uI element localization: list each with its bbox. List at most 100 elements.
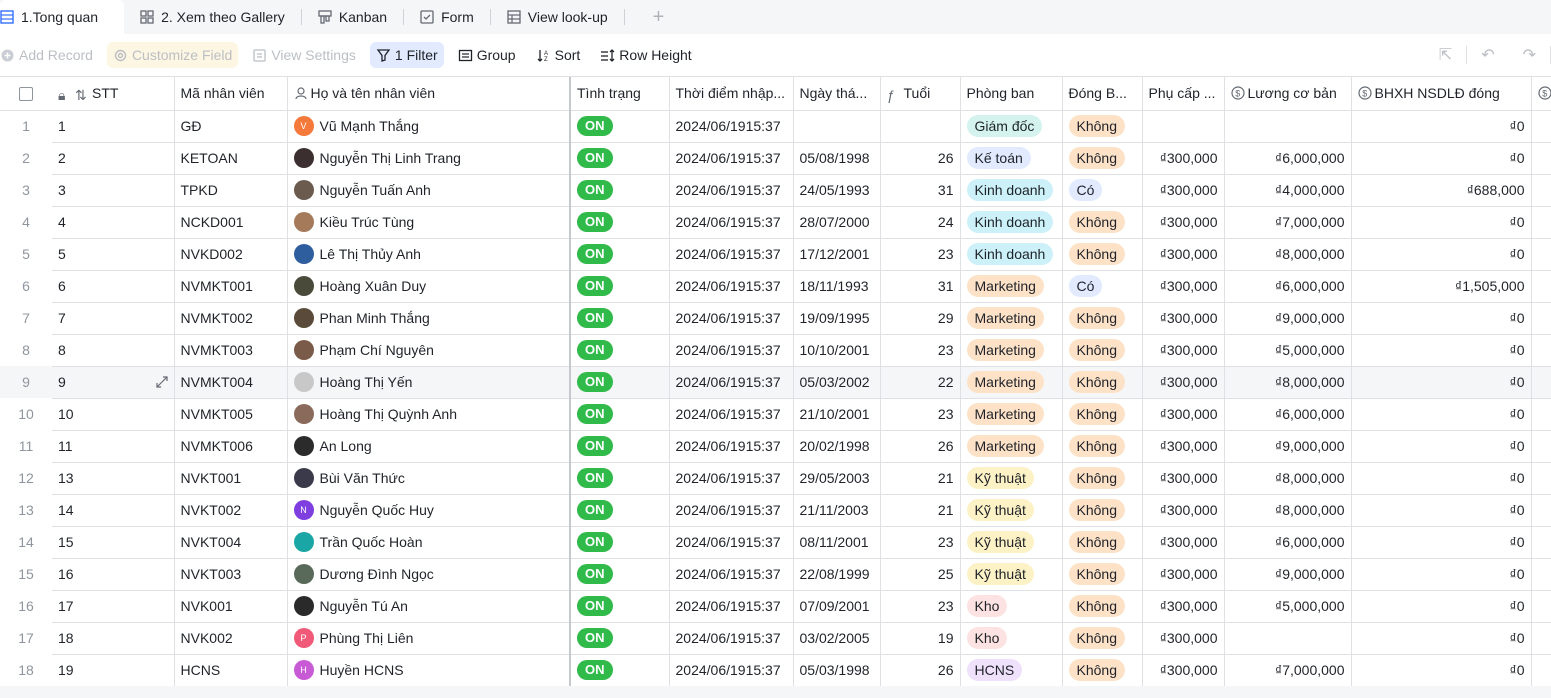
cell-phu-cap[interactable]: ₫300,000 <box>1142 302 1225 335</box>
cell-dong-bh[interactable]: Có <box>1062 270 1143 303</box>
cell-phu-cap[interactable]: ₫300,000 <box>1142 558 1225 591</box>
cell-phong-ban[interactable]: Marketing <box>960 430 1063 463</box>
filter-button[interactable]: 1 Filter <box>369 42 444 68</box>
cell-stt[interactable]: 16 <box>52 558 175 591</box>
cell-dong-bh[interactable]: Không <box>1062 142 1143 175</box>
cell-phu-cap[interactable]: ₫300,000 <box>1142 142 1225 175</box>
share-icon[interactable]: ⇱ <box>1439 45 1452 65</box>
cell-phong-ban[interactable]: Kinh doanh <box>960 238 1063 271</box>
cell-tuoi[interactable]: 26 <box>880 430 961 463</box>
cell-tinh-trang[interactable]: ON <box>569 110 670 143</box>
cell-luong[interactable]: ₫6,000,000 <box>1224 526 1352 559</box>
cell-tuoi[interactable]: 25 <box>880 558 961 591</box>
cell-tinh-trang[interactable]: ON <box>569 206 670 239</box>
cell-stt[interactable]: 19 <box>52 654 175 687</box>
row-number[interactable]: 13 <box>0 494 52 526</box>
cell-stt[interactable]: 6 <box>52 270 175 303</box>
cell-ngay-sinh[interactable]: 19/09/1995 <box>793 302 881 335</box>
table-row[interactable]: 5 5 NVKD002 Lê Thị Thủy Anh ON 2024/06/1915:3… <box>0 238 1551 271</box>
cell-more[interactable] <box>1531 174 1551 207</box>
cell-phong-ban[interactable]: Kỹ thuật <box>960 558 1063 591</box>
cell-tuoi[interactable]: 24 <box>880 206 961 239</box>
cell-tuoi[interactable]: 23 <box>880 238 961 271</box>
cell-ma-nv[interactable]: NVMKT004 <box>174 366 288 399</box>
cell-thoi-diem[interactable]: 2024/06/1915:37 <box>669 110 794 143</box>
cell-ma-nv[interactable]: NVKT002 <box>174 494 288 527</box>
cell-ngay-sinh[interactable]: 20/02/1998 <box>793 430 881 463</box>
cell-more[interactable] <box>1531 622 1551 655</box>
cell-ho-ten[interactable]: Trần Quốc Hoàn <box>287 526 571 559</box>
row-number[interactable]: 12 <box>0 462 52 494</box>
cell-tinh-trang[interactable]: ON <box>569 462 670 495</box>
cell-ngay-sinh[interactable]: 21/10/2001 <box>793 398 881 431</box>
tab-view-lookup[interactable]: View look-up <box>507 0 624 34</box>
cell-thoi-diem[interactable]: 2024/06/1915:37 <box>669 366 794 399</box>
cell-ma-nv[interactable]: NVK001 <box>174 590 288 623</box>
row-number[interactable]: 18 <box>0 654 52 686</box>
cell-ma-nv[interactable]: KETOAN <box>174 142 288 175</box>
cell-bhxh[interactable]: ₫0 <box>1351 302 1532 335</box>
cell-more[interactable] <box>1531 238 1551 271</box>
cell-dong-bh[interactable]: Không <box>1062 398 1143 431</box>
cell-ma-nv[interactable]: NVMKT003 <box>174 334 288 367</box>
cell-phong-ban[interactable]: Kỹ thuật <box>960 462 1063 495</box>
cell-dong-bh[interactable]: Không <box>1062 462 1143 495</box>
cell-more[interactable] <box>1531 526 1551 559</box>
table-row[interactable]: 13 14 NVKT002 N Nguyễn Quốc Huy ON 2024/06/191… <box>0 494 1551 527</box>
cell-ma-nv[interactable]: NVMKT005 <box>174 398 288 431</box>
row-number[interactable]: 7 <box>0 302 52 334</box>
redo-icon[interactable]: ↷ <box>1523 45 1536 65</box>
cell-bhxh[interactable]: ₫688,000 <box>1351 174 1532 207</box>
column-header-ma-nv[interactable]: Mã nhân viên <box>174 77 288 111</box>
cell-bhxh[interactable]: ₫0 <box>1351 110 1532 143</box>
cell-thoi-diem[interactable]: 2024/06/1915:37 <box>669 654 794 687</box>
cell-ho-ten[interactable]: An Long <box>287 430 571 463</box>
cell-luong[interactable]: ₫8,000,000 <box>1224 366 1352 399</box>
cell-bhxh[interactable]: ₫0 <box>1351 590 1532 623</box>
cell-ma-nv[interactable]: NVKT003 <box>174 558 288 591</box>
cell-dong-bh[interactable]: Không <box>1062 302 1143 335</box>
cell-tinh-trang[interactable]: ON <box>569 334 670 367</box>
cell-ngay-sinh[interactable]: 08/11/2001 <box>793 526 881 559</box>
cell-phu-cap[interactable]: ₫300,000 <box>1142 174 1225 207</box>
cell-phu-cap[interactable]: ₫300,000 <box>1142 494 1225 527</box>
cell-tuoi[interactable]: 31 <box>880 174 961 207</box>
tab-tong-quan[interactable]: 1.Tong quan <box>0 0 125 34</box>
row-number[interactable]: 8 <box>0 334 52 366</box>
cell-dong-bh[interactable]: Không <box>1062 558 1143 591</box>
cell-phu-cap[interactable]: ₫300,000 <box>1142 366 1225 399</box>
select-all-cell[interactable] <box>0 77 52 111</box>
cell-phu-cap[interactable]: ₫300,000 <box>1142 206 1225 239</box>
table-row[interactable]: 14 15 NVKT004 Trần Quốc Hoàn ON 2024/06/1915:… <box>0 526 1551 559</box>
cell-more[interactable] <box>1531 270 1551 303</box>
expand-icon[interactable] <box>155 375 168 388</box>
table-row[interactable]: 12 13 NVKT001 Bùi Văn Thức ON 2024/06/1915:37… <box>0 462 1551 495</box>
cell-ma-nv[interactable]: NVMKT001 <box>174 270 288 303</box>
cell-more[interactable] <box>1531 398 1551 431</box>
table-row[interactable]: 15 16 NVKT003 Dương Đình Ngọc ON 2024/06/1915… <box>0 558 1551 591</box>
cell-ma-nv[interactable]: NVKD002 <box>174 238 288 271</box>
cell-phu-cap[interactable]: ₫300,000 <box>1142 398 1225 431</box>
cell-ma-nv[interactable]: GĐ <box>174 110 288 143</box>
tab-gallery[interactable]: 2. Xem theo Gallery <box>124 0 301 34</box>
cell-ho-ten[interactable]: V Vũ Mạnh Thắng <box>287 110 571 143</box>
cell-stt[interactable]: 8 <box>52 334 175 367</box>
cell-stt[interactable]: 4 <box>52 206 175 239</box>
cell-phong-ban[interactable]: Kinh doanh <box>960 206 1063 239</box>
cell-dong-bh[interactable]: Không <box>1062 366 1143 399</box>
cell-ngay-sinh[interactable]: 22/08/1999 <box>793 558 881 591</box>
row-number[interactable]: 5 <box>0 238 52 270</box>
cell-luong[interactable]: ₫5,000,000 <box>1224 334 1352 367</box>
cell-tinh-trang[interactable]: ON <box>569 398 670 431</box>
row-number[interactable]: 3 <box>0 174 52 206</box>
cell-phu-cap[interactable]: ₫300,000 <box>1142 462 1225 495</box>
cell-dong-bh[interactable]: Không <box>1062 654 1143 687</box>
cell-thoi-diem[interactable]: 2024/06/1915:37 <box>669 270 794 303</box>
cell-ma-nv[interactable]: HCNS <box>174 654 288 687</box>
cell-more[interactable] <box>1531 142 1551 175</box>
table-row[interactable]: 16 17 NVK001 Nguyễn Tú An ON 2024/06/1915:37 0… <box>0 590 1551 623</box>
column-header-tinh-trang[interactable]: Tình trạng <box>569 77 670 111</box>
cell-more[interactable] <box>1531 110 1551 143</box>
cell-ho-ten[interactable]: Nguyễn Tuấn Anh <box>287 174 571 207</box>
cell-thoi-diem[interactable]: 2024/06/1915:37 <box>669 526 794 559</box>
